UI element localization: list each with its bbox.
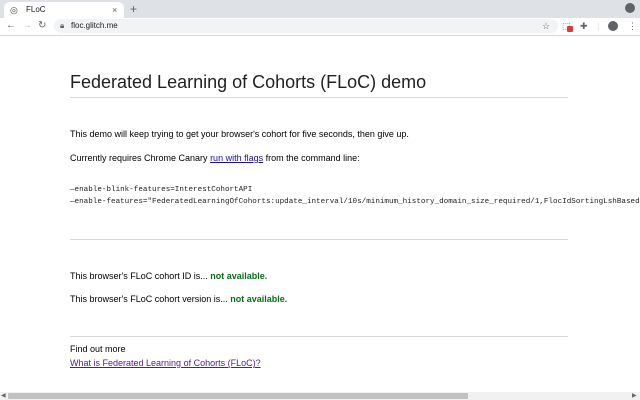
requires-before: Currently requires Chrome Canary (70, 153, 211, 163)
what-is-floc-link[interactable]: What is Federated Learning of Cohorts (F… (70, 357, 261, 369)
tab-strip: ◎ FLoC × + (0, 0, 640, 18)
cohort-version-line: This browser's FLoC cohort version is...… (70, 293, 287, 305)
back-arrow-icon[interactable]: ← (6, 19, 16, 33)
tab-title: FLoC (26, 5, 46, 14)
forward-arrow-icon[interactable]: → (22, 19, 32, 33)
window-close-icon[interactable] (625, 3, 635, 13)
cohort-id-value: not available. (210, 271, 268, 281)
extension-badge (567, 26, 573, 32)
url-text[interactable]: floc.glitch.me (71, 20, 118, 32)
browser-tab[interactable]: ◎ FLoC × (4, 2, 124, 18)
kebab-menu-icon[interactable]: ⋮ (628, 20, 637, 32)
title-divider (70, 97, 568, 98)
run-with-flags-link[interactable]: run with flags (210, 153, 263, 163)
star-icon[interactable]: ☆ (542, 20, 550, 32)
separator: | (597, 21, 600, 31)
lock-icon[interactable]: 🔒︎ (60, 21, 64, 31)
page-title: Federated Learning of Cohorts (FLoC) dem… (70, 72, 427, 92)
scrollbar-thumb[interactable] (8, 393, 468, 399)
command-line-1: —enable-blink-features=InterestCohortAPI (70, 186, 253, 194)
cohort-version-value: not available. (230, 294, 288, 304)
reload-icon[interactable]: ↻ (38, 19, 46, 33)
scroll-right-icon[interactable]: ▶ (632, 392, 637, 400)
requires-after: from the command line: (263, 153, 360, 163)
horizontal-scrollbar[interactable]: ◀ ▶ (0, 392, 640, 400)
new-tab-button[interactable]: + (130, 1, 137, 17)
command-line-2: —enable-features="FederatedLearningOfCoh… (70, 198, 640, 206)
requirements-text: Currently requires Chrome Canary run wit… (70, 152, 360, 164)
puzzle-icon[interactable]: ✚ (580, 20, 588, 32)
address-bar[interactable]: 🔒︎ floc.glitch.me ☆ (54, 19, 558, 33)
browser-toolbar: ← → ↻ 🔒︎ floc.glitch.me ☆ ⬚ ✚ | ⋮ (0, 18, 640, 36)
section-divider-1 (70, 239, 568, 240)
page-content: Federated Learning of Cohorts (FLoC) dem… (0, 36, 640, 392)
cohort-id-line: This browser's FLoC cohort ID is... not … (70, 270, 267, 282)
glitch-favicon-icon: ◎ (10, 5, 18, 15)
scroll-left-icon[interactable]: ◀ (1, 392, 6, 400)
intro-text: This demo will keep trying to get your b… (70, 129, 409, 139)
cohort-version-label: This browser's FLoC cohort version is... (70, 294, 231, 304)
tab-close-icon[interactable]: × (112, 4, 117, 16)
cohort-id-label: This browser's FLoC cohort ID is... (70, 271, 211, 281)
profile-icon[interactable] (608, 21, 618, 31)
find-out-more-label: Find out more (70, 344, 126, 354)
section-divider-2 (70, 336, 568, 337)
